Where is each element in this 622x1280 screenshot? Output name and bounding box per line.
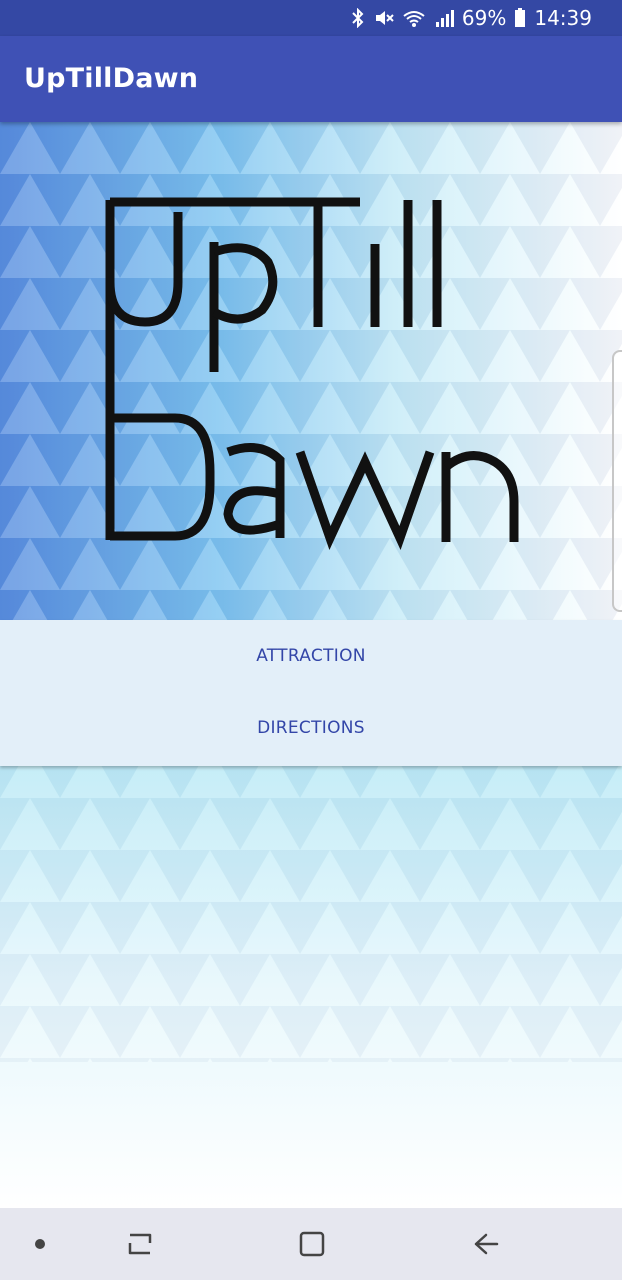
navigation-bar — [0, 1208, 622, 1280]
menu-panel: ATTRACTION DIRECTIONS — [0, 620, 622, 766]
mute-icon — [374, 8, 394, 28]
scroll-edge-indicator — [612, 350, 622, 612]
back-icon[interactable] — [458, 1208, 514, 1280]
attraction-button[interactable]: ATTRACTION — [0, 620, 622, 692]
app-bar: UpTillDawn — [0, 36, 622, 122]
battery-percent: 69% — [461, 6, 507, 30]
home-icon[interactable] — [284, 1208, 340, 1280]
status-bar: 69% 14:39 — [0, 0, 622, 36]
uptilldawn-logo — [105, 197, 519, 551]
app-title: UpTillDawn — [24, 63, 199, 94]
signal-icon — [434, 8, 454, 28]
status-icons: 69% 14:39 — [350, 6, 592, 30]
wifi-icon — [402, 8, 426, 28]
battery-icon — [514, 8, 526, 28]
bluetooth-icon — [350, 8, 366, 28]
dot-icon[interactable] — [20, 1208, 60, 1280]
status-time: 14:39 — [534, 6, 592, 30]
main-content: ATTRACTION DIRECTIONS — [0, 122, 622, 1208]
directions-button[interactable]: DIRECTIONS — [0, 692, 622, 764]
recent-apps-icon[interactable] — [112, 1208, 168, 1280]
